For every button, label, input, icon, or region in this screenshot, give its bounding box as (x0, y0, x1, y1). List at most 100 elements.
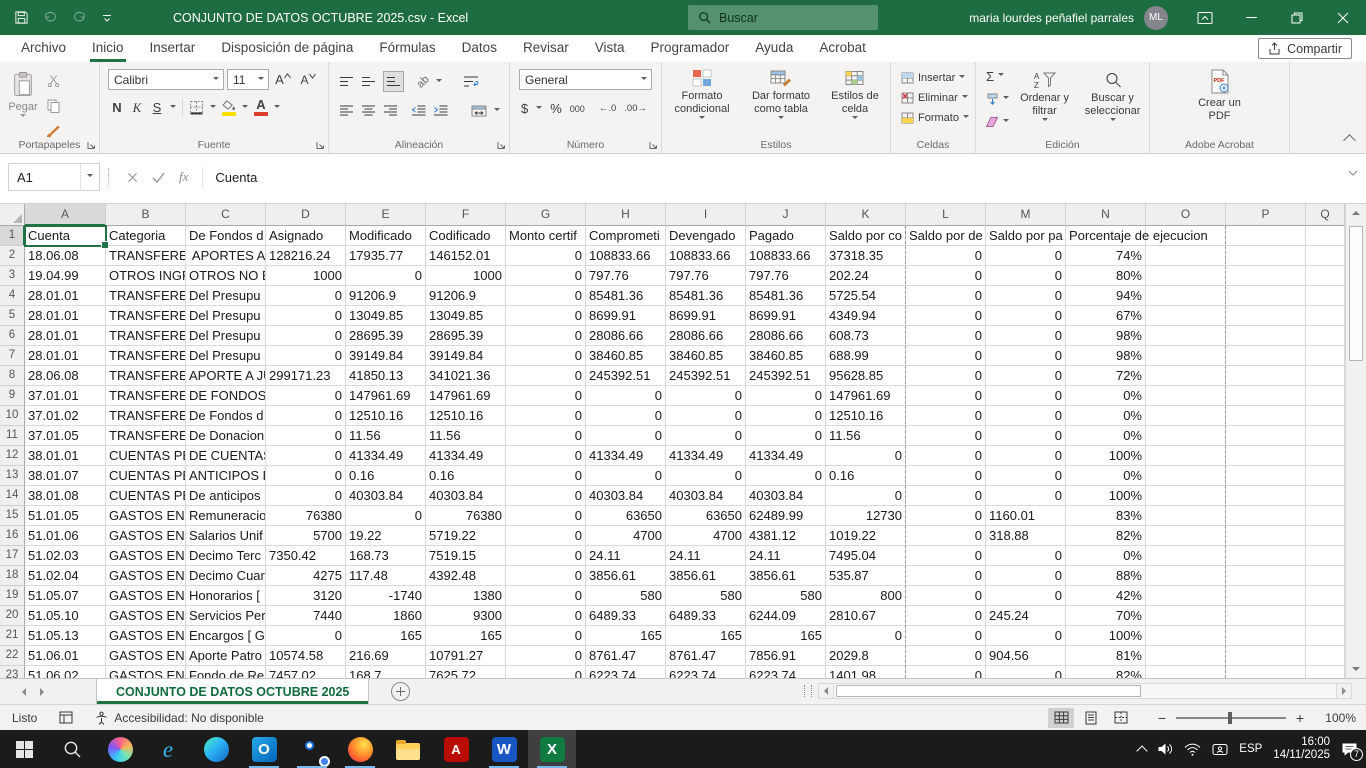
chrome-taskbar-button[interactable] (288, 730, 336, 768)
cell-K16[interactable]: 1019.22 (826, 526, 906, 546)
cell-C15[interactable]: Remuneracio (186, 506, 266, 526)
cell-Q16[interactable] (1306, 526, 1345, 546)
cell-C11[interactable]: De Donacion (186, 426, 266, 446)
cell-L5[interactable]: 0 (906, 306, 986, 326)
cell-K12[interactable]: 0 (826, 446, 906, 466)
cell-G2[interactable]: 0 (506, 246, 586, 266)
wrap-text-button[interactable] (463, 71, 479, 92)
cell-Q18[interactable] (1306, 566, 1345, 586)
column-header-O[interactable]: O (1146, 204, 1226, 226)
cell-J5[interactable]: 8699.91 (746, 306, 826, 326)
cell-G9[interactable]: 0 (506, 386, 586, 406)
cell-N1[interactable]: Porcentaje de ejecucion (1066, 226, 1146, 246)
cell-K9[interactable]: 147961.69 (826, 386, 906, 406)
cell-L9[interactable]: 0 (906, 386, 986, 406)
cell-D20[interactable]: 7440 (266, 606, 346, 626)
cell-I1[interactable]: Devengado (666, 226, 746, 246)
cell-A14[interactable]: 38.01.08 (25, 486, 106, 506)
row-header-18[interactable]: 18 (0, 566, 25, 586)
cell-K3[interactable]: 202.24 (826, 266, 906, 286)
cell-I2[interactable]: 108833.66 (666, 246, 746, 266)
underline-dropdown-arrow[interactable] (170, 105, 176, 111)
customize-qat-icon[interactable] (101, 12, 113, 24)
tab-acrobat[interactable]: Acrobat (806, 35, 879, 62)
row-header-8[interactable]: 8 (0, 366, 25, 386)
cut-button[interactable] (46, 70, 60, 91)
tab-archivo[interactable]: Archivo (8, 35, 79, 62)
cell-K19[interactable]: 800 (826, 586, 906, 606)
cell-J22[interactable]: 7856.91 (746, 646, 826, 666)
page-layout-view-button[interactable] (1078, 708, 1104, 728)
cell-L23[interactable]: 0 (906, 666, 986, 678)
search-box[interactable]: Buscar (688, 5, 878, 30)
column-header-F[interactable]: F (426, 204, 506, 226)
cell-E9[interactable]: 147961.69 (346, 386, 426, 406)
row-header-9[interactable]: 9 (0, 386, 25, 406)
cell-G17[interactable]: 0 (506, 546, 586, 566)
cell-F9[interactable]: 147961.69 (426, 386, 506, 406)
cell-K10[interactable]: 12510.16 (826, 406, 906, 426)
cell-J23[interactable]: 6223.74 (746, 666, 826, 678)
bold-button[interactable]: N (110, 97, 124, 118)
cell-I15[interactable]: 63650 (666, 506, 746, 526)
decrease-decimal-button[interactable]: .00→ (624, 98, 647, 119)
cell-P17[interactable] (1226, 546, 1306, 566)
cell-A6[interactable]: 28.01.01 (25, 326, 106, 346)
cell-K13[interactable]: 0.16 (826, 466, 906, 486)
cell-F20[interactable]: 9300 (426, 606, 506, 626)
column-header-L[interactable]: L (906, 204, 986, 226)
row-header-7[interactable]: 7 (0, 346, 25, 366)
cell-N18[interactable]: 88% (1066, 566, 1146, 586)
cell-G1[interactable]: Monto certif (506, 226, 586, 246)
cell-O11[interactable] (1146, 426, 1226, 446)
cell-A9[interactable]: 37.01.01 (25, 386, 106, 406)
cell-P19[interactable] (1226, 586, 1306, 606)
cell-H9[interactable]: 0 (586, 386, 666, 406)
cell-O13[interactable] (1146, 466, 1226, 486)
cell-Q6[interactable] (1306, 326, 1345, 346)
tab-programador[interactable]: Programador (638, 35, 743, 62)
cell-K7[interactable]: 688.99 (826, 346, 906, 366)
cell-J1[interactable]: Pagado (746, 226, 826, 246)
cell-N11[interactable]: 0% (1066, 426, 1146, 446)
cell-D14[interactable]: 0 (266, 486, 346, 506)
cell-P5[interactable] (1226, 306, 1306, 326)
align-left-button[interactable] (339, 100, 354, 121)
cell-H14[interactable]: 40303.84 (586, 486, 666, 506)
align-bottom-button[interactable] (383, 71, 404, 92)
cell-G12[interactable]: 0 (506, 446, 586, 466)
cell-F3[interactable]: 1000 (426, 266, 506, 286)
internet-explorer-taskbar-button[interactable]: e (144, 730, 192, 768)
cell-J21[interactable]: 165 (746, 626, 826, 646)
cell-O15[interactable] (1146, 506, 1226, 526)
cell-O21[interactable] (1146, 626, 1226, 646)
cell-G4[interactable]: 0 (506, 286, 586, 306)
cell-P8[interactable] (1226, 366, 1306, 386)
cell-A10[interactable]: 37.01.02 (25, 406, 106, 426)
cell-F2[interactable]: 146152.01 (426, 246, 506, 266)
cell-D12[interactable]: 0 (266, 446, 346, 466)
outlook-taskbar-button[interactable]: O (240, 730, 288, 768)
search-taskbar-button[interactable] (48, 730, 96, 768)
cell-D19[interactable]: 3120 (266, 586, 346, 606)
copilot-taskbar-button[interactable] (96, 730, 144, 768)
cell-A16[interactable]: 51.01.06 (25, 526, 106, 546)
cell-O2[interactable] (1146, 246, 1226, 266)
cell-J20[interactable]: 6244.09 (746, 606, 826, 626)
cell-A11[interactable]: 37.01.05 (25, 426, 106, 446)
cell-H12[interactable]: 41334.49 (586, 446, 666, 466)
scroll-up-button[interactable] (1346, 204, 1366, 222)
column-header-N[interactable]: N (1066, 204, 1146, 226)
cell-E6[interactable]: 28695.39 (346, 326, 426, 346)
cell-I7[interactable]: 38460.85 (666, 346, 746, 366)
cell-C9[interactable]: DE FONDOS ( (186, 386, 266, 406)
name-box-dropdown[interactable] (80, 164, 99, 190)
cell-O14[interactable] (1146, 486, 1226, 506)
column-header-K[interactable]: K (826, 204, 906, 226)
cell-L11[interactable]: 0 (906, 426, 986, 446)
cell-N14[interactable]: 100% (1066, 486, 1146, 506)
cell-E15[interactable]: 0 (346, 506, 426, 526)
cell-G19[interactable]: 0 (506, 586, 586, 606)
cell-G20[interactable]: 0 (506, 606, 586, 626)
cell-B15[interactable]: GASTOS EN F (106, 506, 186, 526)
